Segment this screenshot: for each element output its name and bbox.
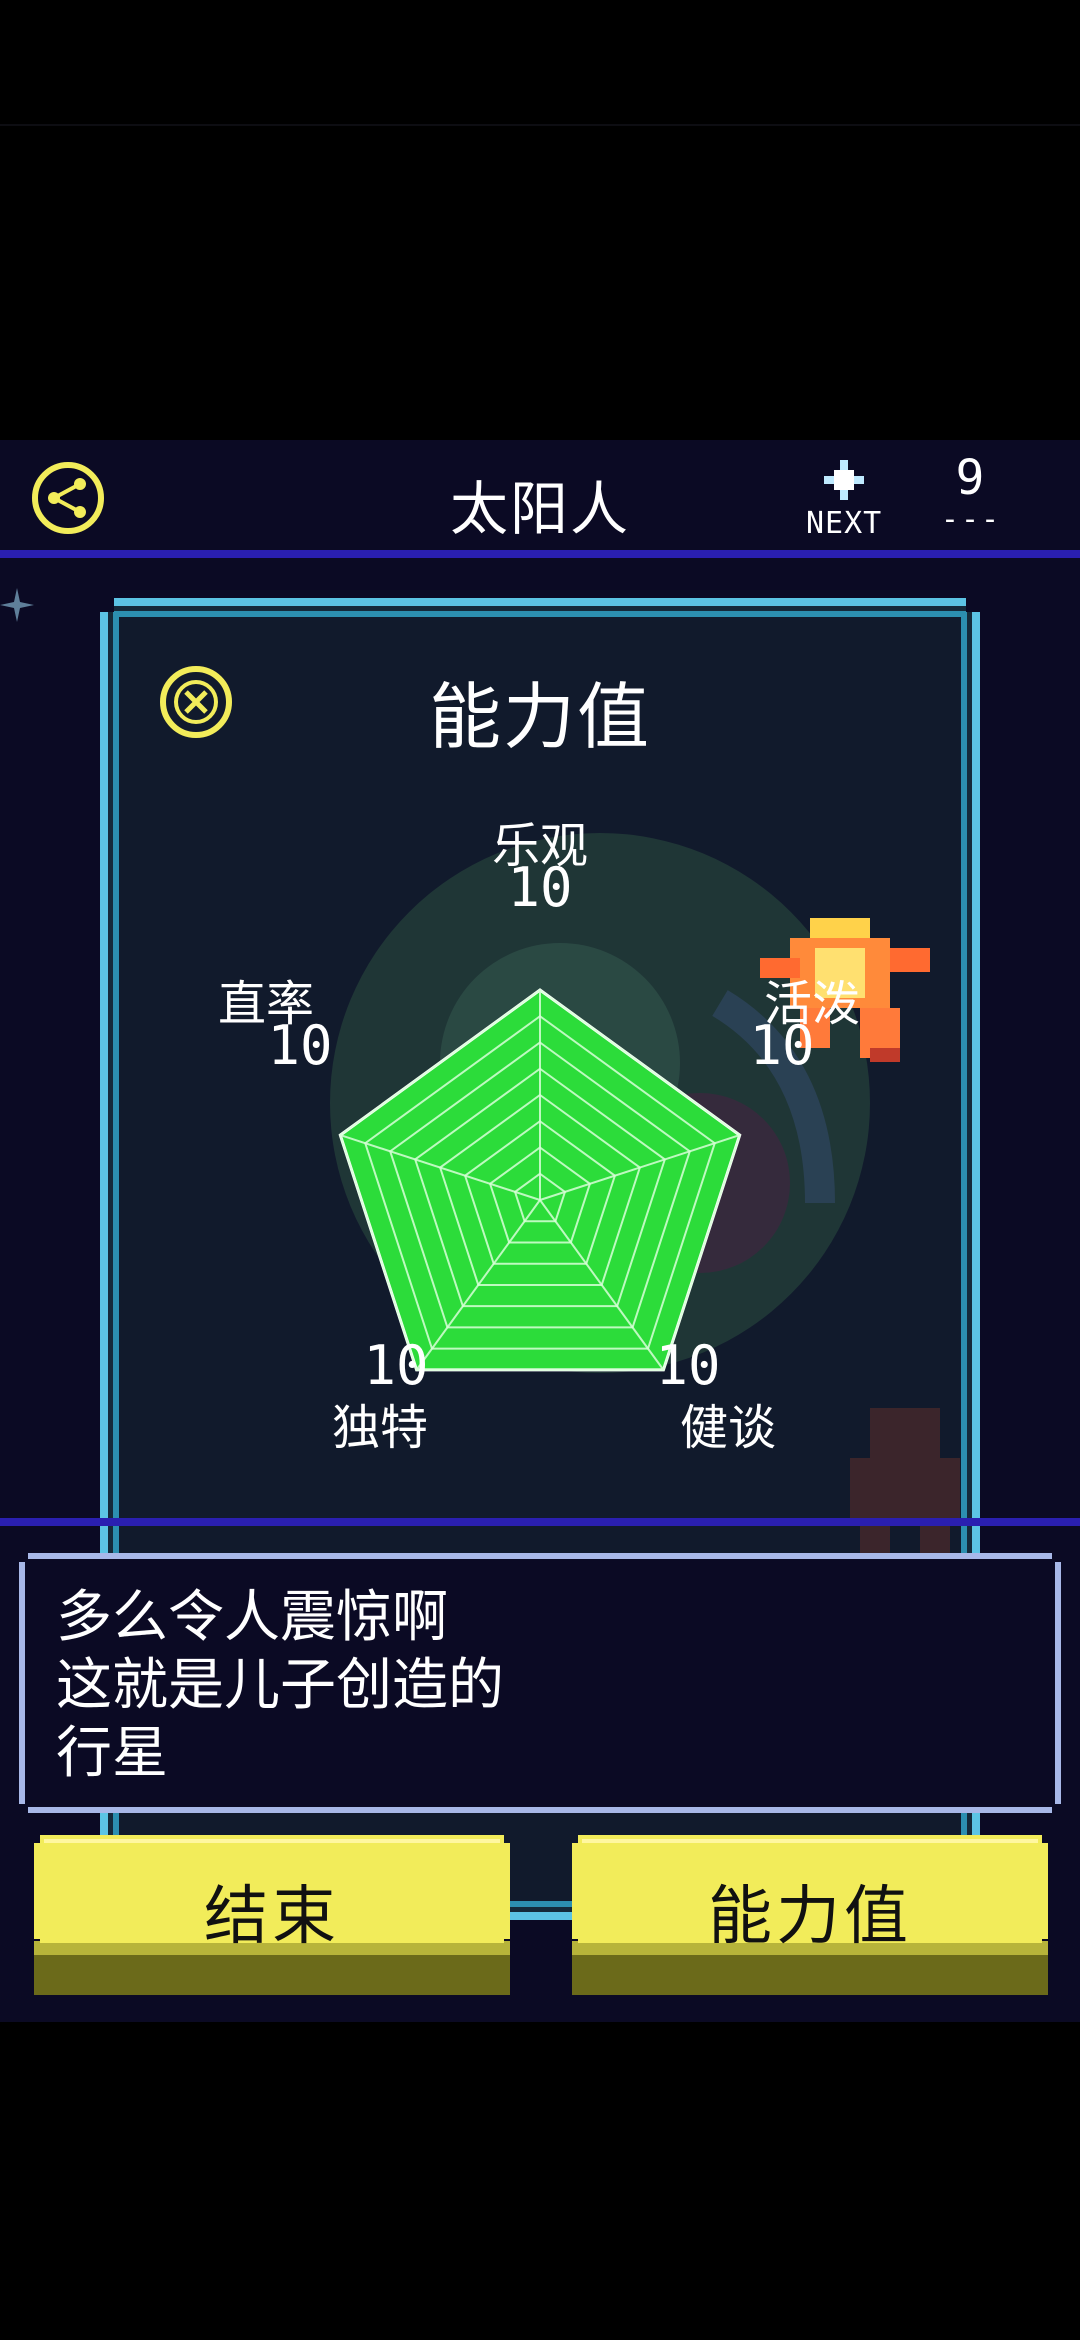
stat-value-frank: 10: [267, 1014, 333, 1077]
panel-divider: [0, 1518, 1080, 1526]
stat-value-unique: 10: [363, 1334, 429, 1397]
twinkle-star-icon: [0, 588, 34, 622]
header-bar: 太阳人 NEXT 9 ---: [0, 440, 1080, 550]
planet-title: 太阳人: [449, 475, 630, 543]
share-button[interactable]: [30, 460, 106, 536]
bottom-area: [0, 2022, 1080, 2340]
message-text: 多么令人震惊啊 这就是儿子创造的 行星: [56, 1584, 1016, 1788]
message-line: 这就是儿子创造的: [56, 1653, 504, 1718]
message-line: 多么令人震惊啊: [56, 1585, 448, 1650]
next-dashes: ---: [940, 502, 1002, 537]
end-button[interactable]: 结束: [34, 1835, 510, 1995]
stat-label-unique: 独特: [331, 1400, 428, 1456]
next-count: 9: [955, 450, 985, 506]
message-box: 多么令人震惊啊 这就是儿子创造的 行星: [18, 1552, 1062, 1814]
stat-value-talkative: 10: [655, 1334, 721, 1397]
status-bar-area: [0, 0, 1080, 440]
stat-value-optimism: 10: [507, 856, 573, 919]
message-line: 行星: [56, 1721, 168, 1786]
stats-button[interactable]: 能力值: [572, 1835, 1048, 1995]
stat-label-talkative: 健谈: [679, 1400, 776, 1456]
header-divider: [0, 550, 1080, 558]
star-icon: [824, 460, 864, 500]
end-button-label: 结束: [204, 1880, 340, 1954]
share-icon: [32, 462, 104, 534]
next-label: NEXT: [806, 506, 883, 541]
stats-button-label: 能力值: [708, 1880, 912, 1954]
divider: [0, 124, 1080, 126]
game-screen: 太阳人 NEXT 9 --- 能力值 乐观 10 活泼 10 健谈 10 独特 …: [0, 440, 1080, 2022]
stat-value-lively: 10: [749, 1014, 815, 1077]
